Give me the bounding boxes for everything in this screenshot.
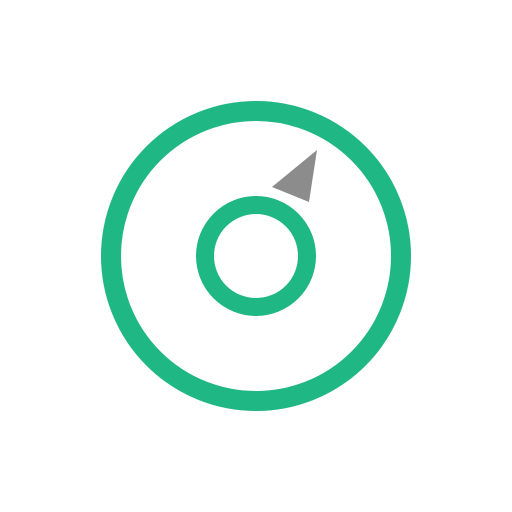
icon-background — [0, 0, 512, 512]
app-icon-canvas — [0, 0, 512, 512]
compass-icon — [0, 0, 512, 512]
